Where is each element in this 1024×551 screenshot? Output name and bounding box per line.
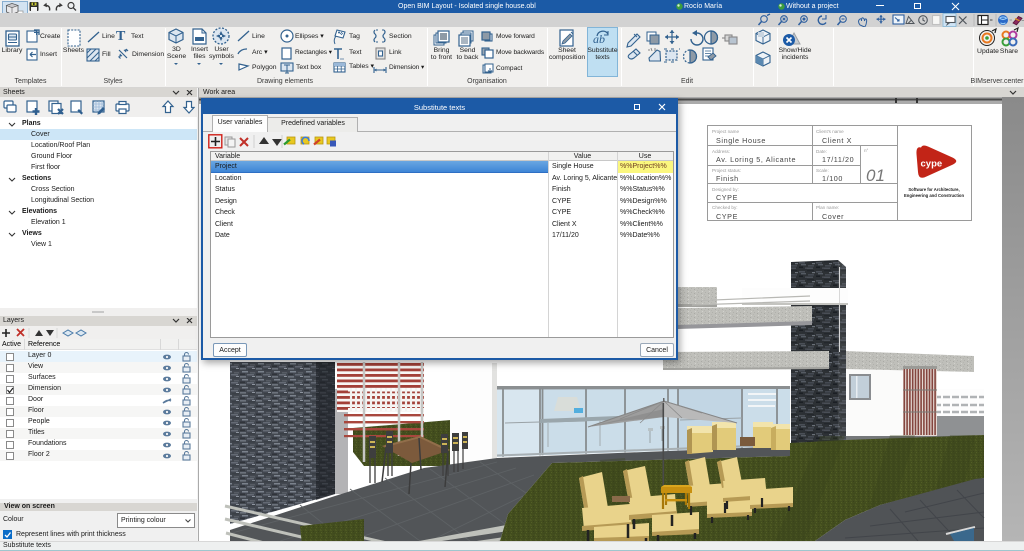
- svg-text:Cover: Cover: [822, 212, 844, 221]
- svg-text:Project name: Project name: [712, 129, 740, 134]
- svg-text:Client X: Client X: [822, 136, 852, 145]
- svg-text:Engineering and Construction: Engineering and Construction: [904, 193, 964, 198]
- svg-text:Client's name: Client's name: [816, 129, 844, 134]
- svg-text:Av. Loring 5, Alicante: Av. Loring 5, Alicante: [716, 155, 796, 164]
- svg-text:17/11/20: 17/11/20: [822, 155, 854, 164]
- svg-text:Checked by:: Checked by:: [712, 205, 738, 210]
- svg-text:Designed by:: Designed by:: [712, 187, 739, 192]
- svg-text:01: 01: [866, 166, 885, 185]
- svg-text:Software for Architecture,: Software for Architecture,: [908, 187, 959, 192]
- svg-text:1/100: 1/100: [822, 174, 843, 183]
- svg-text:Finish: Finish: [716, 174, 739, 183]
- svg-text:Plan name:: Plan name:: [816, 205, 839, 210]
- svg-text:Date:: Date:: [816, 149, 827, 154]
- svg-text:Scale:: Scale:: [816, 168, 829, 173]
- svg-text:CYPE: CYPE: [716, 212, 738, 221]
- svg-text:n°: n°: [864, 148, 869, 153]
- svg-text:cype: cype: [921, 159, 943, 170]
- svg-text:Address:: Address:: [712, 149, 730, 154]
- svg-text:Single House: Single House: [716, 136, 766, 145]
- svg-text:Project status:: Project status:: [712, 168, 741, 173]
- svg-text:CYPE: CYPE: [716, 193, 738, 202]
